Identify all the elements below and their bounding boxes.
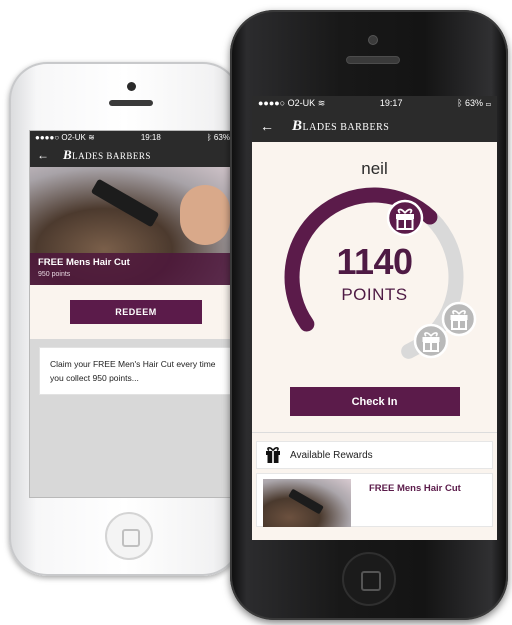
battery-label: ᛒ 63% ▭ (457, 98, 491, 108)
back-icon[interactable]: ← (260, 118, 274, 134)
check-in-button[interactable]: Check In (289, 387, 460, 416)
username: neil (361, 159, 388, 178)
status-bar: ●●●●○ O2-UK ≋ 19:17 ᛒ 63% ▭ (252, 96, 497, 110)
gift-icon[interactable] (413, 323, 449, 359)
status-bar: ●●●●○ O2-UK ≋ 19:18 ᛒ 63% ▭ (30, 131, 242, 143)
brand-logo: BLADES BARBERS (292, 117, 390, 134)
reward-description: Claim your FREE Men's Hair Cut every tim… (39, 347, 233, 395)
redeem-area: REDEEM (30, 285, 242, 339)
points-value: 1140 (336, 241, 413, 282)
carrier-label: ●●●●○ O2-UK ≋ (258, 97, 326, 108)
front-camera (127, 82, 136, 91)
reward-points: 950 points (38, 271, 71, 278)
nav-bar: ← BLADES BARBERS (30, 143, 242, 167)
reward-detail-screen: ●●●●○ O2-UK ≋ 19:18 ᛒ 63% ▭ ← BLADES BAR… (29, 130, 243, 498)
phone-black: ●●●●○ O2-UK ≋ 19:17 ᛒ 63% ▭ ← BLADES BAR… (230, 10, 508, 620)
reward-thumbnail (263, 479, 351, 527)
time-label: 19:18 (140, 132, 161, 142)
points-gauge: 1140 POINTS (252, 179, 497, 369)
earpiece-speaker (346, 56, 400, 64)
front-camera (368, 35, 378, 45)
nav-bar: ← BLADES BARBERS (252, 110, 497, 142)
gift-icon[interactable] (441, 301, 477, 337)
comb-image (90, 178, 160, 228)
points-label: POINTS (341, 285, 408, 304)
available-rewards-header: Available Rewards (256, 441, 493, 469)
comb-image (288, 488, 324, 515)
home-button[interactable] (342, 552, 396, 606)
wifi-icon: ≋ (88, 132, 95, 142)
gift-icon[interactable] (386, 199, 424, 237)
brand-logo: BLADES BARBERS (63, 147, 151, 162)
time-label: 19:17 (379, 98, 403, 108)
checkin-area: Check In (252, 387, 497, 416)
reward-hero-image: FREE Mens Hair Cut 950 points (30, 167, 242, 285)
reward-caption: FREE Mens Hair Cut 950 points (30, 253, 242, 285)
gift-icon (266, 447, 280, 463)
phone-white: ●●●●○ O2-UK ≋ 19:18 ᛒ 63% ▭ ← BLADES BAR… (9, 62, 243, 576)
wifi-icon: ≋ (317, 97, 326, 108)
reward-title: FREE Mens Hair Cut (369, 483, 461, 494)
divider (252, 432, 497, 433)
home-button[interactable] (105, 512, 153, 560)
available-rewards-title: Available Rewards (290, 449, 373, 461)
carrier-label: ●●●●○ O2-UK ≋ (35, 132, 95, 142)
redeem-button[interactable]: REDEEM (70, 300, 202, 324)
earpiece-speaker (109, 100, 153, 106)
back-icon[interactable]: ← (37, 148, 49, 162)
list-item[interactable]: FREE Mens Hair Cut (256, 473, 493, 527)
bluetooth-icon: ᛒ (206, 132, 214, 142)
bluetooth-icon: ᛒ (457, 98, 466, 108)
reward-title: FREE Mens Hair Cut (38, 257, 130, 268)
points-screen: ●●●●○ O2-UK ≋ 19:17 ᛒ 63% ▭ ← BLADES BAR… (252, 96, 497, 540)
battery-icon: ▭ (485, 98, 491, 108)
hand-image (180, 185, 230, 245)
